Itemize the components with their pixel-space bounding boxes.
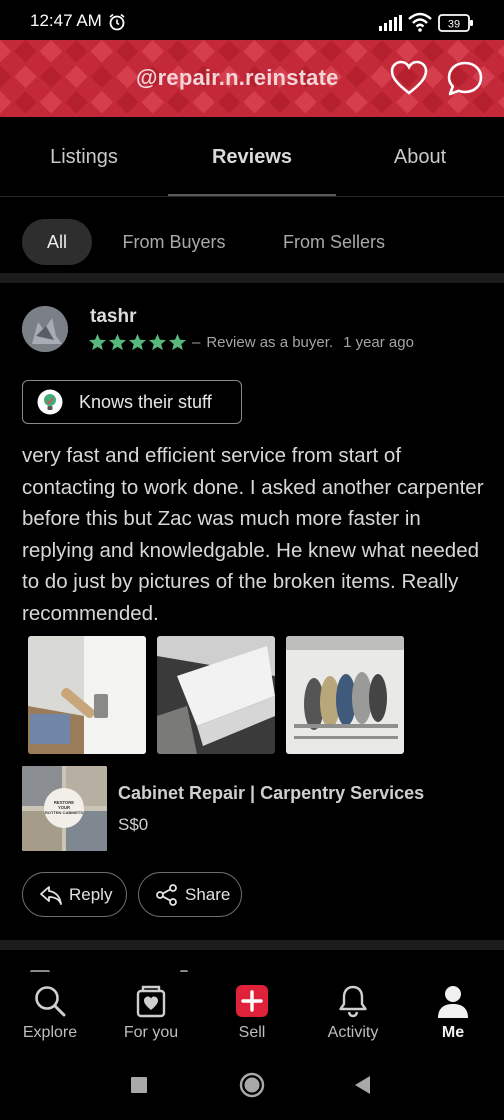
signal-icon [379,15,402,31]
review-role: Review as a buyer. [206,334,334,351]
alarm-icon [109,13,125,31]
reviewer-name[interactable]: tashr [90,306,136,328]
filter-all[interactable]: All [22,219,92,265]
sell-icon [236,985,268,1017]
star-icon [168,333,187,351]
review-time: 1 year ago [343,334,414,351]
section-divider [0,273,504,283]
nav-sell-label: Sell [238,1024,266,1041]
nav-activity[interactable]: Activity [303,972,403,1048]
recent-apps-icon[interactable] [126,1072,152,1098]
review-meta: – Review as a buyer. 1 year ago [192,334,414,351]
tab-about[interactable]: About [336,117,504,197]
compliment-badge: Knows their stuff [22,380,242,424]
review-filters: All From Buyers From Sellers [0,197,504,273]
reply-button[interactable]: Reply [22,872,127,917]
star-icon [128,333,147,351]
share-button[interactable]: Share [138,872,242,917]
nav-for-you-label: For you [123,1024,179,1041]
nav-activity-label: Activity [327,1024,379,1041]
listing-price: S$0 [118,815,149,834]
battery-icon: 39 [438,14,474,32]
nav-sell[interactable]: Sell [202,972,302,1048]
listing-title[interactable]: Cabinet Repair | Carpentry Services [118,783,424,804]
tab-reviews[interactable]: Reviews [168,117,336,197]
nav-explore-label: Explore [22,1024,78,1041]
battery-level: 39 [448,19,460,31]
active-tab-indicator [168,194,336,196]
reviewer-avatar[interactable] [22,306,68,352]
bell-icon [339,985,367,1018]
review-photo[interactable] [286,636,404,754]
status-time: 12:47 AM [30,11,102,30]
review-text: very fast and efficient service from sta… [22,444,484,625]
lightbulb-icon [37,389,63,415]
nav-for-you[interactable]: For you [101,972,201,1048]
section-divider [0,940,504,950]
nav-me[interactable]: Me [403,972,503,1048]
for-you-icon [136,985,166,1018]
star-icon [108,333,127,351]
meta-separator: – [192,334,201,351]
star-icon [148,333,167,351]
profile-icon [438,986,468,1018]
wifi-icon [408,12,432,32]
home-icon[interactable] [239,1072,265,1098]
share-label: Share [185,884,231,904]
system-navigation-bar [0,1048,504,1120]
bottom-navigation: Explore For you Sell Activity Me [0,972,504,1048]
review-photo[interactable] [28,636,146,754]
search-icon [35,986,66,1017]
back-icon[interactable] [350,1072,376,1098]
star-rating [88,333,187,352]
profile-header-banner: @repair.n.reinstate [0,40,504,117]
listing-thumbnail[interactable]: RESTORE YOUR ROTTEN CABINETS [22,766,107,851]
tab-listings[interactable]: Listings [0,117,168,197]
nav-me-label: Me [441,1024,465,1041]
review-photo[interactable] [157,636,275,754]
heart-icon[interactable] [390,60,428,96]
filter-from-buyers[interactable]: From Buyers [108,219,240,265]
star-icon [88,333,107,351]
filter-from-sellers[interactable]: From Sellers [266,219,402,265]
shop-username: @repair.n.reinstate [136,65,339,90]
compliment-label: Knows their stuff [79,391,212,412]
chat-icon[interactable] [446,60,484,98]
svg-text:ROTTEN CABINETS: ROTTEN CABINETS [45,810,83,815]
profile-tabs: Listings Reviews About [0,117,504,197]
reply-icon [40,885,62,905]
share-icon [156,883,177,906]
status-bar: 12:47 AM 39 [0,0,504,40]
nav-explore[interactable]: Explore [0,972,100,1048]
reply-label: Reply [69,884,113,904]
